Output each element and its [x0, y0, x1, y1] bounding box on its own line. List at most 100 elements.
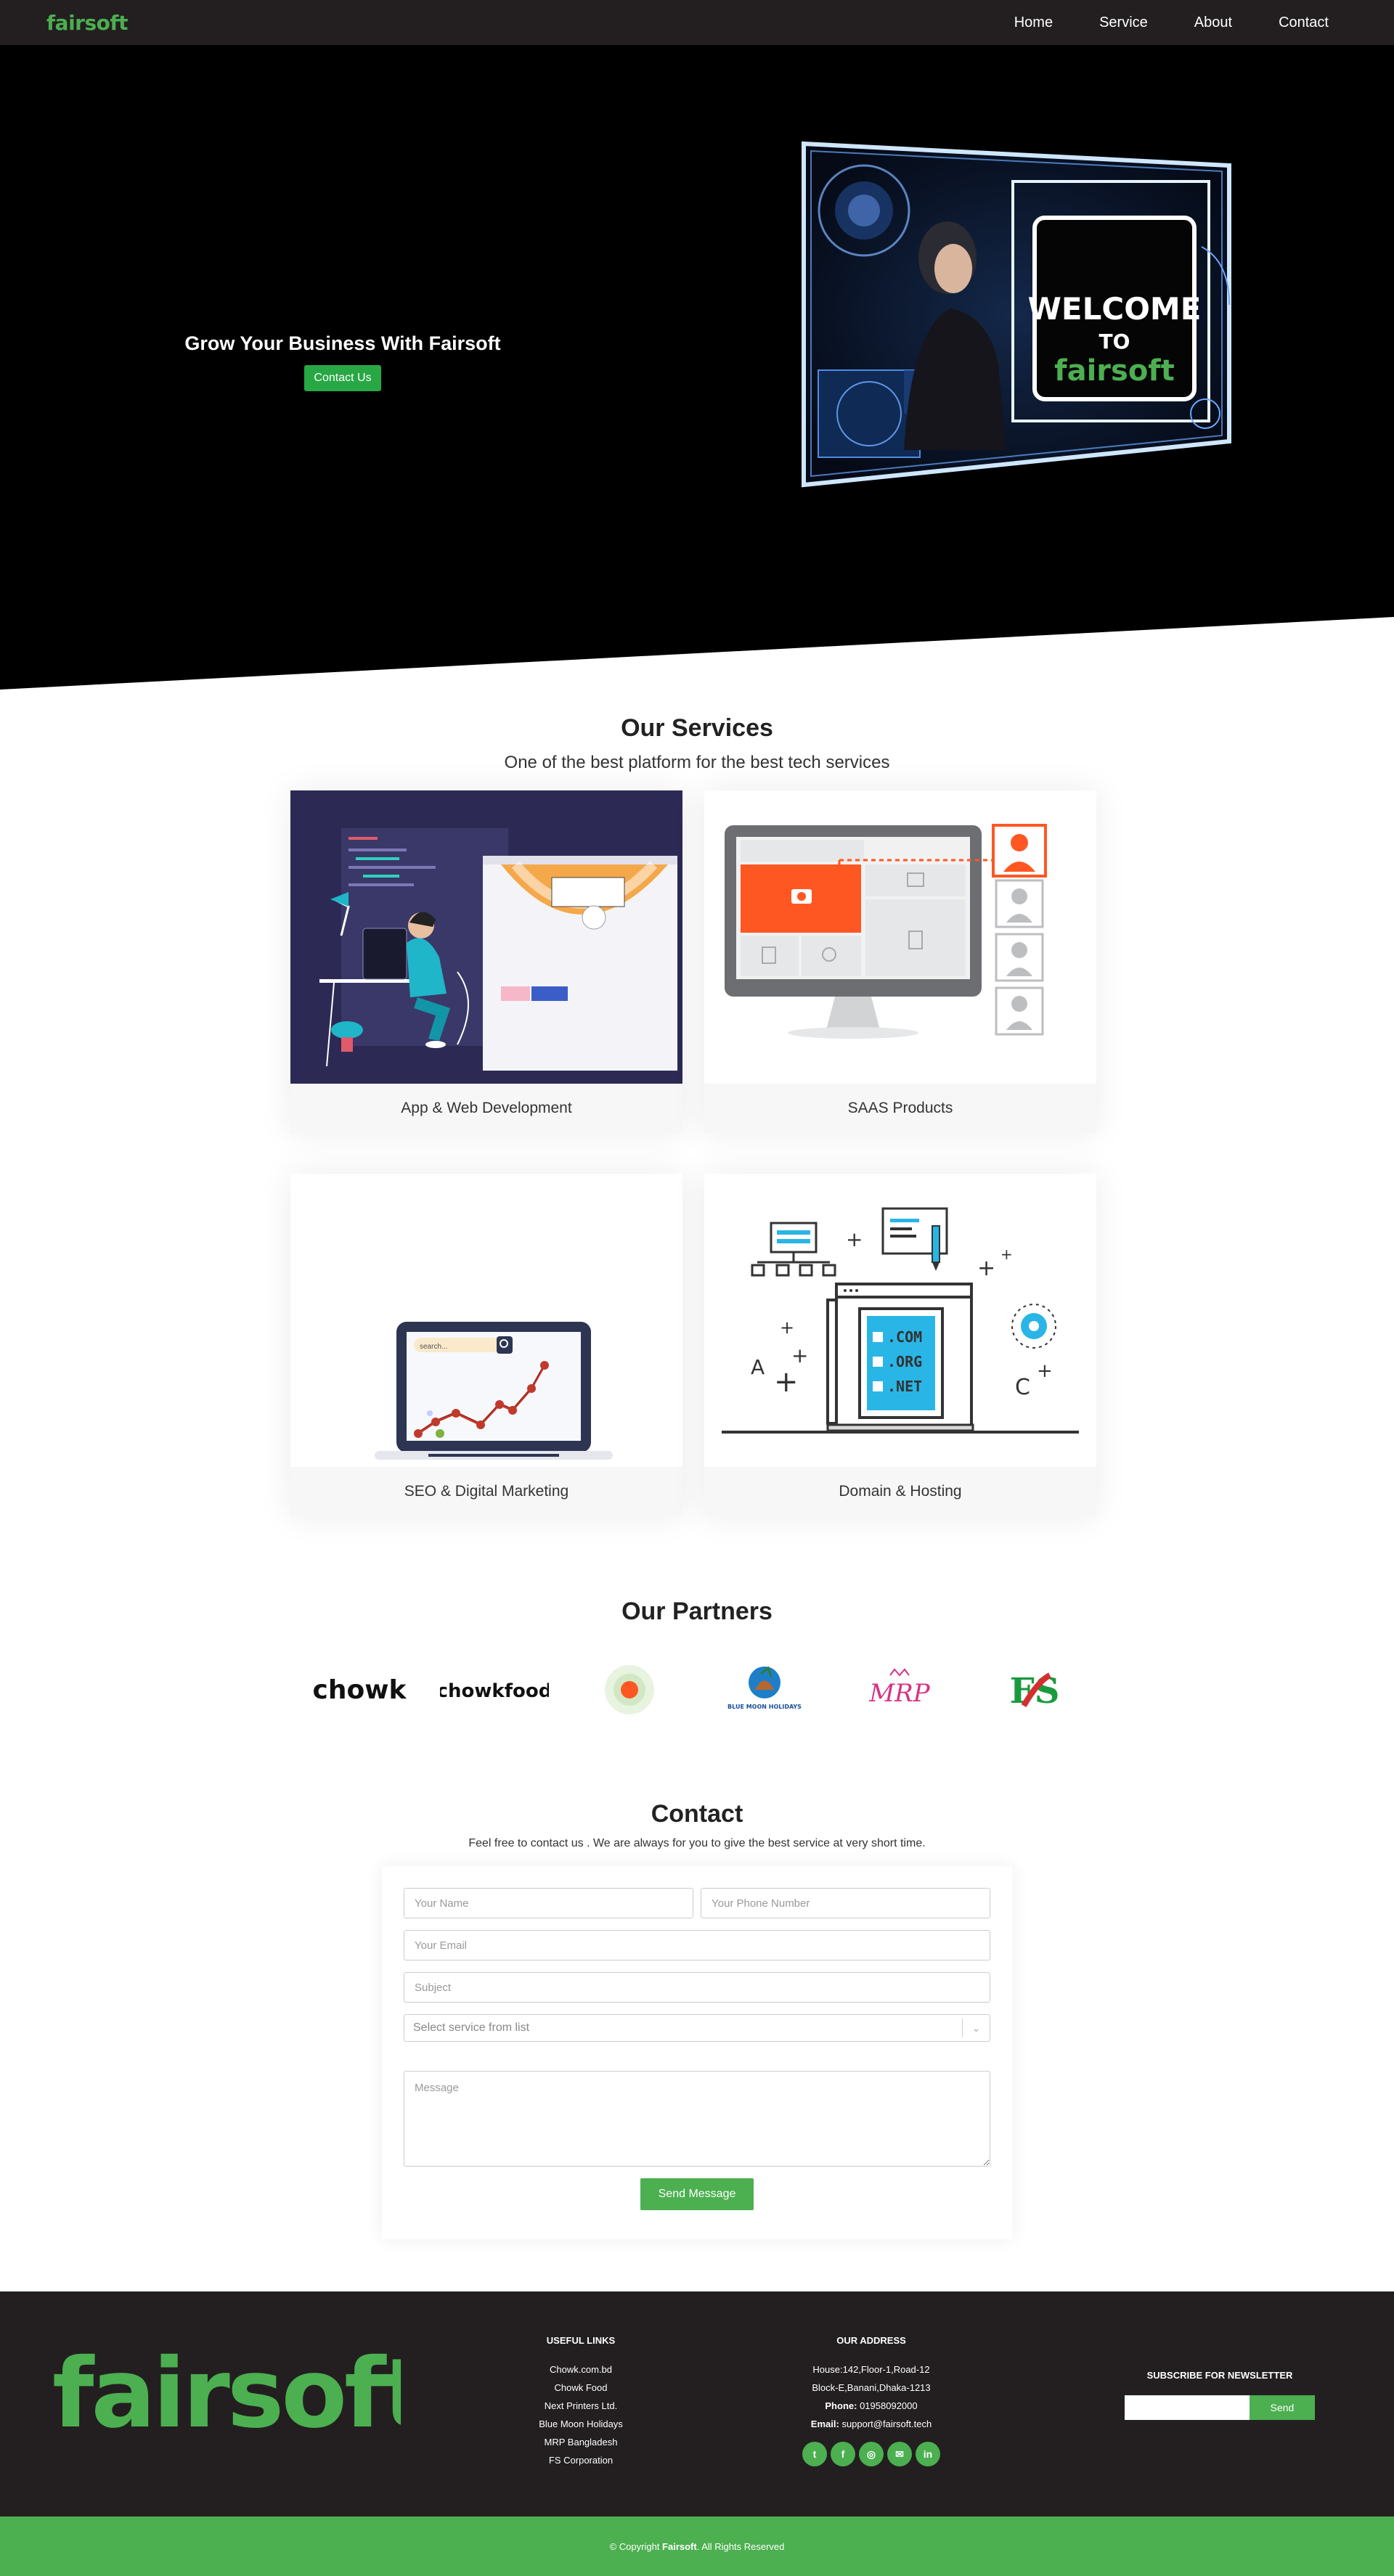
svg-text:chowk: chowk: [313, 1675, 407, 1705]
name-input[interactable]: [404, 1888, 693, 1918]
address-column: OUR ADDRESS House:142,Floor-1,Road-12 Bl…: [784, 2335, 958, 2466]
hero-diagonal-cut: [0, 617, 1394, 690]
service-card-saas[interactable]: SAAS Products: [704, 790, 1096, 1133]
partners-title: Our Partners: [621, 1598, 773, 1625]
address-line-1: House:142,Floor-1,Road-12: [812, 2364, 930, 2375]
partner-logos: chowk chowkfood BLUE MOON HOLIDAYS MRP F…: [305, 1661, 1089, 1719]
partner-chowk-logo[interactable]: chowk: [305, 1661, 414, 1719]
service-label: SAAS Products: [704, 1084, 1096, 1133]
partner-fs-corporation-logo[interactable]: FS: [980, 1661, 1089, 1719]
partners-section: Our Partners chowk chowkfood BLUE MOON H…: [0, 1598, 1394, 1719]
nav-about-link[interactable]: About: [1194, 15, 1232, 31]
hero-fairsoft-text: fairsoft: [1054, 354, 1175, 388]
service-label: App & Web Development: [290, 1084, 682, 1133]
service-image: [704, 790, 1096, 1084]
hero-welcome-screen-image: WELCOME TO fairsoft: [802, 141, 1231, 488]
service-image: search...: [290, 1174, 682, 1467]
partner-mrp-logo[interactable]: MRP: [845, 1661, 954, 1719]
service-image: + + + + + + A C + .COM .ORG .NET: [704, 1174, 1096, 1467]
domain-org-text: .ORG: [887, 1353, 922, 1370]
service-label: SEO & Digital Marketing: [290, 1467, 682, 1516]
services-subtitle: One of the best platform for the best te…: [504, 753, 890, 772]
email-input[interactable]: [404, 1930, 990, 1960]
domain-laptop-illustration: + + + + + + A C + .COM .ORG .NET: [704, 1174, 1096, 1467]
svg-text:+: +: [846, 1227, 863, 1251]
svg-text:+: +: [780, 1317, 794, 1338]
hero-to-text: TO: [1099, 330, 1130, 353]
domain-net-text: .NET: [887, 1378, 922, 1395]
footer-link-chowk-food[interactable]: Chowk Food: [508, 2379, 653, 2397]
contact-section: Contact Feel free to contact us . We are…: [0, 1800, 1394, 2239]
domain-com-text: .COM: [887, 1328, 922, 1346]
phone-line: Phone: 01958092000: [825, 2400, 918, 2411]
seo-search-text: search...: [420, 1343, 447, 1351]
service-select[interactable]: Select service from list ⌄: [404, 2014, 990, 2042]
copyright-bar: © Copyright Fairsoft. All Rights Reserve…: [0, 2516, 1394, 2576]
svg-text:+: +: [1037, 1360, 1053, 1382]
svg-text:+: +: [791, 1344, 808, 1367]
svg-text:+: +: [774, 1365, 799, 1399]
address-line-2: Block-E,Banani,Dhaka-1213: [812, 2382, 931, 2393]
phone-input[interactable]: [701, 1888, 990, 1918]
instagram-icon[interactable]: ◎: [859, 2442, 884, 2466]
service-card-app-web[interactable]: App & Web Development: [290, 790, 682, 1133]
newsletter-input[interactable]: [1125, 2395, 1250, 2420]
linkedin-icon[interactable]: in: [916, 2442, 940, 2466]
newsletter-form: Send: [1118, 2395, 1321, 2420]
facebook-icon[interactable]: f: [831, 2442, 855, 2466]
svg-text:BLUE MOON HOLIDAYS: BLUE MOON HOLIDAYS: [727, 1704, 802, 1710]
chevron-down-icon: ⌄: [962, 2019, 990, 2037]
contact-form: Select service from list ⌄ Send Message: [382, 1866, 1012, 2239]
copyright-text: © Copyright Fairsoft. All Rights Reserve…: [609, 2540, 785, 2552]
email-line: Email: support@fairsoft.tech: [810, 2418, 932, 2429]
svg-text:chowkfood: chowkfood: [440, 1680, 549, 1702]
message-textarea[interactable]: [404, 2071, 990, 2167]
footer: fairsoft USEFUL LINKS Chowk.com.bd Chowk…: [0, 2291, 1394, 2516]
footer-link-fs-corporation[interactable]: FS Corporation: [508, 2451, 653, 2469]
service-image: [290, 790, 682, 1084]
newsletter-title: SUBSCRIBE FOR NEWSLETTER: [1146, 2370, 1293, 2381]
service-card-domain[interactable]: + + + + + + A C + .COM .ORG .NET Domain …: [704, 1174, 1096, 1516]
svg-text:fairsoft: fairsoft: [52, 2341, 401, 2441]
developer-illustration: [290, 790, 682, 1084]
contact-title: Contact: [651, 1800, 743, 1828]
svg-text:+: +: [1000, 1246, 1013, 1263]
top-navbar: fairsoft Home Service About Contact: [0, 0, 1394, 45]
service-card-seo[interactable]: search... SEO & Digital Marketing: [290, 1174, 682, 1516]
name-phone-row: [404, 1888, 990, 1930]
useful-links-title: USEFUL LINKS: [546, 2335, 616, 2346]
svg-text:C: C: [1015, 1375, 1030, 1400]
send-message-button[interactable]: Send Message: [640, 2178, 754, 2210]
partner-next-printers-logo[interactable]: [575, 1661, 684, 1719]
useful-links-column: USEFUL LINKS Chowk.com.bd Chowk Food Nex…: [508, 2335, 653, 2469]
saas-monitor-illustration: [704, 790, 1096, 1084]
hero-contact-button[interactable]: Contact Us: [304, 365, 381, 391]
twitter-icon[interactable]: t: [802, 2442, 827, 2466]
service-select-value: Select service from list: [413, 2021, 530, 2034]
service-label: Domain & Hosting: [704, 1467, 1096, 1516]
footer-logo: fairsoft: [52, 2341, 401, 2441]
nav-home-link[interactable]: Home: [1014, 15, 1053, 31]
nav-service-link[interactable]: Service: [1099, 15, 1148, 31]
footer-link-mrp[interactable]: MRP Bangladesh: [508, 2433, 653, 2451]
hero-title: Grow Your Business With Fairsoft: [184, 332, 501, 354]
partner-blue-moon-holidays-logo[interactable]: BLUE MOON HOLIDAYS: [710, 1661, 819, 1719]
brand-logo[interactable]: fairsoft: [46, 11, 128, 35]
seo-laptop-illustration: search...: [290, 1174, 682, 1467]
footer-link-blue-moon[interactable]: Blue Moon Holidays: [508, 2415, 653, 2433]
newsletter-send-button[interactable]: Send: [1250, 2395, 1315, 2420]
nav-contact-link[interactable]: Contact: [1279, 15, 1329, 31]
partner-chowkfood-logo[interactable]: chowkfood: [440, 1661, 549, 1719]
hero-text-block: Grow Your Business With Fairsoft Contact…: [179, 332, 507, 391]
services-section: Our Services One of the best platform fo…: [0, 690, 1394, 1516]
footer-link-chowk[interactable]: Chowk.com.bd: [508, 2360, 653, 2379]
svg-text:A: A: [751, 1355, 765, 1379]
svg-text:MRP: MRP: [868, 1679, 930, 1708]
subject-input[interactable]: [404, 1972, 990, 2003]
services-grid: App & Web Development SAAS Products sear…: [290, 790, 1104, 1516]
footer-link-next-printers[interactable]: Next Printers Ltd.: [508, 2397, 653, 2415]
social-icons: t f ◎ ✉ in: [784, 2442, 958, 2466]
newsletter-column: SUBSCRIBE FOR NEWSLETTER Send: [1118, 2370, 1321, 2420]
hero-welcome-text: WELCOME: [1028, 291, 1202, 327]
email-icon[interactable]: ✉: [887, 2442, 912, 2466]
